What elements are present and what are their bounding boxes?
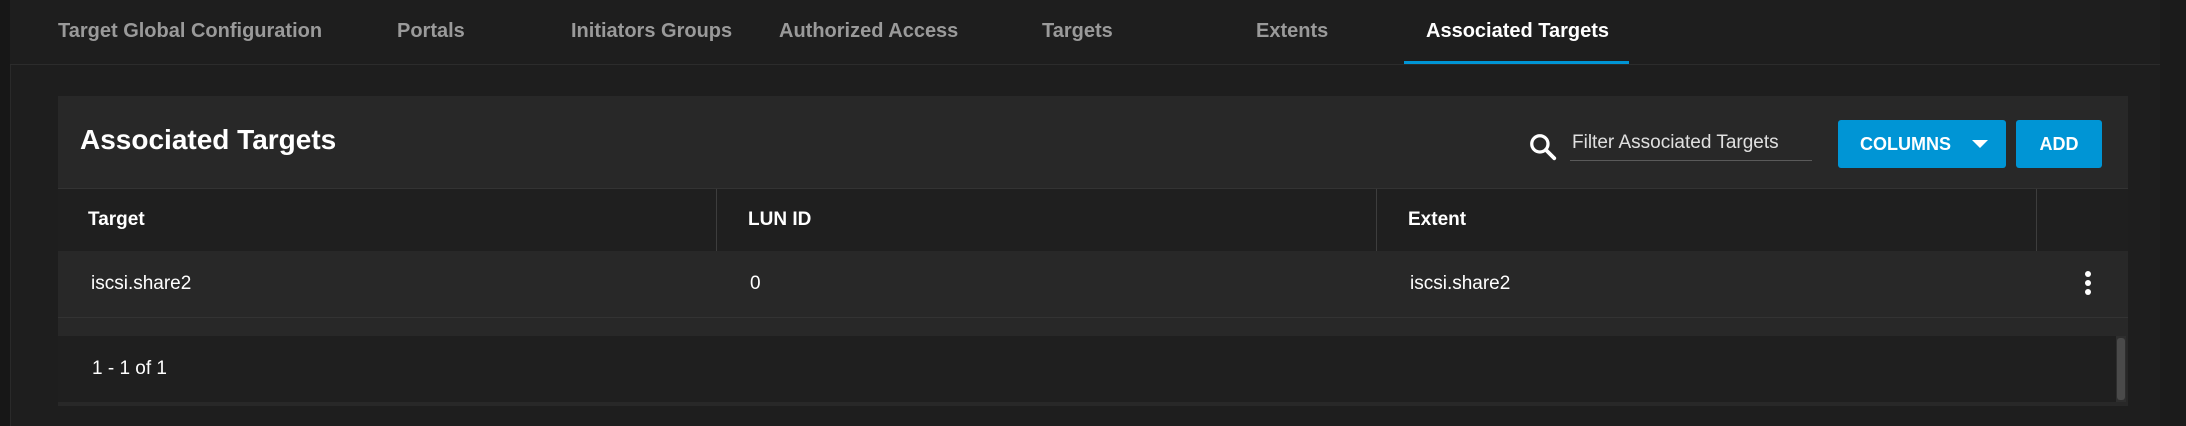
table-header: Target LUN ID Extent (58, 188, 2128, 251)
active-tab-indicator (1404, 61, 1629, 64)
column-header-target[interactable]: Target (88, 189, 145, 251)
cell-extent: iscsi.share2 (1410, 273, 1511, 294)
cell-target: iscsi.share2 (91, 273, 192, 294)
add-button[interactable]: ADD (2016, 120, 2102, 168)
page: Target Global Configuration Portals Init… (0, 0, 2186, 426)
tab-extents[interactable]: Extents (1256, 0, 1328, 62)
scrollbar-thumb[interactable] (2117, 338, 2125, 400)
search-icon (1530, 134, 1557, 161)
column-divider (1376, 189, 1377, 251)
cell-lun-id: 0 (750, 273, 761, 294)
column-header-extent[interactable]: Extent (1408, 189, 1466, 251)
vertical-scrollbar[interactable] (2116, 336, 2126, 402)
column-header-lun-id[interactable]: LUN ID (748, 189, 811, 251)
columns-button-label: COLUMNS (1860, 134, 1951, 154)
column-divider (2036, 189, 2037, 251)
column-divider (716, 189, 717, 251)
more-vert-icon[interactable] (2078, 271, 2098, 299)
tab-initiators-groups[interactable]: Initiators Groups (571, 0, 732, 62)
pagination-range-label: 1 - 1 of 1 (92, 358, 167, 379)
paginator: 1 - 1 of 1 (58, 336, 2118, 402)
tab-target-global-configuration[interactable]: Target Global Configuration (58, 0, 322, 62)
tab-bar: Target Global Configuration Portals Init… (10, 0, 2160, 65)
card-title: Associated Targets (80, 124, 337, 155)
tab-portals[interactable]: Portals (397, 0, 465, 62)
tab-authorized-access[interactable]: Authorized Access (779, 0, 958, 62)
right-edge (2160, 0, 2186, 426)
tab-targets[interactable]: Targets (1042, 0, 1113, 62)
tab-associated-targets[interactable]: Associated Targets (1426, 0, 1609, 62)
table-row[interactable]: iscsi.share2 0 iscsi.share2 (58, 251, 2128, 318)
columns-button[interactable]: COLUMNS (1838, 120, 2006, 168)
filter-search-input[interactable] (1570, 126, 1812, 161)
associated-targets-card: Associated Targets COLUMNS ADD Target LU… (58, 96, 2128, 406)
caret-down-icon (1972, 140, 1988, 148)
